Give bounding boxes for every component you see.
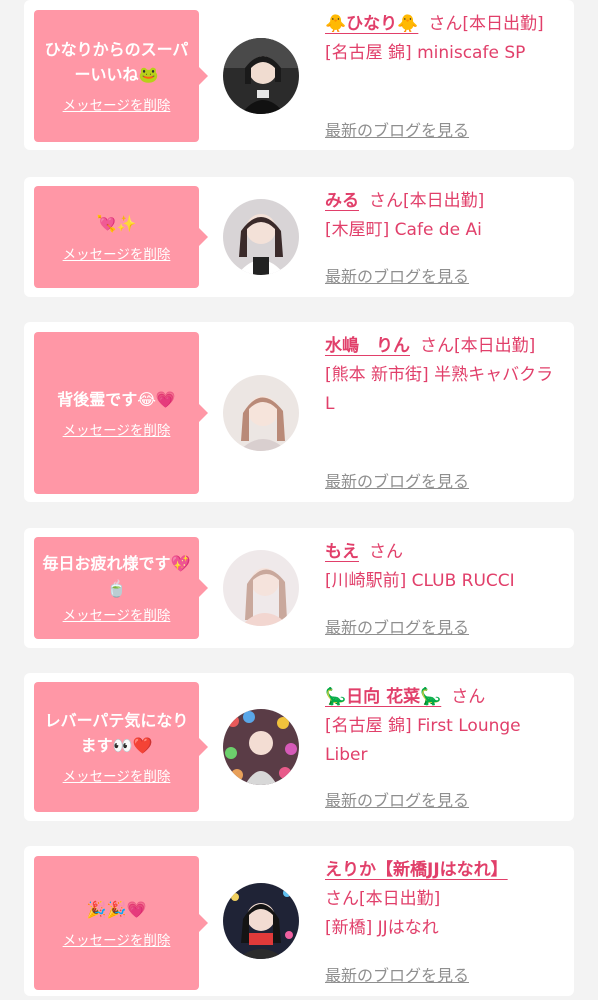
cast-name-link[interactable]: 水嶋 りん bbox=[325, 336, 410, 356]
cast-name-link[interactable]: 🦕日向 花菜🦕 bbox=[325, 687, 441, 707]
message-list: ひなりからのスーパーいいね🐸 メッセージを削除 🐥ひなり🐥 さん[本日出勤] [名… bbox=[0, 0, 598, 1000]
delete-message-link[interactable]: メッセージを削除 bbox=[63, 768, 171, 786]
cast-name-link[interactable]: 🐥ひなり🐥 bbox=[325, 14, 418, 34]
shop-label: [新橋] JJはなれ bbox=[325, 918, 439, 938]
avatar[interactable] bbox=[223, 550, 299, 626]
delete-message-link[interactable]: メッセージを削除 bbox=[63, 246, 171, 264]
message-card: レバーパテ気になります👀❤️ メッセージを削除 🦕日向 花菜🦕 さん [名古屋 錦… bbox=[24, 673, 574, 821]
latest-blog-link[interactable]: 最新のブログを見る bbox=[325, 962, 469, 986]
cast-name-link[interactable]: みる bbox=[325, 191, 359, 211]
message-text: 毎日お疲れ様です💖🍵 bbox=[42, 554, 191, 598]
message-card: ひなりからのスーパーいいね🐸 メッセージを削除 🐥ひなり🐥 さん[本日出勤] [名… bbox=[24, 0, 574, 150]
status-badge: [本日出勤] bbox=[403, 191, 485, 211]
message-text: 背後霊です😂💗 bbox=[57, 389, 176, 409]
message-text: ひなりからのスーパーいいね🐸 bbox=[44, 40, 189, 84]
latest-blog-link[interactable]: 最新のブログを見る bbox=[325, 787, 469, 811]
latest-blog-link[interactable]: 最新のブログを見る bbox=[325, 614, 469, 638]
honorific: さん bbox=[428, 14, 463, 34]
avatar[interactable] bbox=[223, 709, 299, 785]
honorific: さん bbox=[420, 336, 454, 356]
shop-label: [川崎駅前] CLUB RUCCI bbox=[325, 571, 515, 591]
avatar[interactable] bbox=[223, 38, 299, 114]
message-card: 背後霊です😂💗 メッセージを削除 水嶋 りん さん[本日出勤] [熊本 新市街] … bbox=[24, 322, 574, 502]
delete-message-link[interactable]: メッセージを削除 bbox=[63, 422, 171, 440]
avatar[interactable] bbox=[223, 199, 299, 275]
latest-blog-link[interactable]: 最新のブログを見る bbox=[325, 263, 469, 287]
status-badge: [本日出勤] bbox=[359, 889, 441, 909]
status-badge: [本日出勤] bbox=[462, 14, 544, 34]
cast-name-link[interactable]: えりか【新橋JJはなれ】 bbox=[325, 860, 508, 880]
cast-name-link[interactable]: もえ bbox=[325, 542, 359, 562]
message-text: 💘✨ bbox=[96, 213, 137, 233]
message-bubble: 💘✨ メッセージを削除 bbox=[34, 186, 208, 288]
shop-label: [熊本 新市街] 半熟キャバクラ L bbox=[325, 365, 554, 414]
latest-blog-link[interactable]: 最新のブログを見る bbox=[325, 468, 469, 492]
shop-label: [名古屋 錦] First Lounge Liber bbox=[325, 716, 521, 765]
message-bubble: 毎日お疲れ様です💖🍵 メッセージを削除 bbox=[34, 537, 208, 639]
latest-blog-link[interactable]: 最新のブログを見る bbox=[325, 117, 469, 141]
message-bubble: 背後霊です😂💗 メッセージを削除 bbox=[34, 332, 208, 494]
cast-info: みる さん[本日出勤] [木屋町] Cafe de Ai bbox=[325, 187, 565, 245]
status-badge: [本日出勤] bbox=[454, 336, 536, 356]
delete-message-link[interactable]: メッセージを削除 bbox=[63, 932, 171, 950]
cast-info: 🦕日向 花菜🦕 さん [名古屋 錦] First Lounge Liber bbox=[325, 683, 565, 770]
shop-label: [名古屋 錦] miniscafe SP bbox=[325, 43, 526, 63]
message-bubble: ひなりからのスーパーいいね🐸 メッセージを削除 bbox=[34, 10, 208, 142]
cast-info: もえ さん [川崎駅前] CLUB RUCCI bbox=[325, 538, 565, 596]
avatar[interactable] bbox=[223, 883, 299, 959]
cast-info: 水嶋 りん さん[本日出勤] [熊本 新市街] 半熟キャバクラ L bbox=[325, 332, 565, 419]
message-card: 毎日お疲れ様です💖🍵 メッセージを削除 もえ さん [川崎駅前] CLUB RUC… bbox=[24, 528, 574, 648]
cast-info: 🐥ひなり🐥 さん[本日出勤] [名古屋 錦] miniscafe SP bbox=[325, 10, 565, 68]
shop-label: [木屋町] Cafe de Ai bbox=[325, 220, 482, 240]
honorific: さん bbox=[369, 191, 403, 211]
honorific: さん bbox=[369, 542, 403, 562]
message-text: 🎉🎉💗 bbox=[86, 899, 147, 919]
message-bubble: レバーパテ気になります👀❤️ メッセージを削除 bbox=[34, 682, 208, 812]
honorific: さん bbox=[325, 889, 359, 909]
delete-message-link[interactable]: メッセージを削除 bbox=[63, 607, 171, 625]
message-card: 💘✨ メッセージを削除 みる さん[本日出勤] [木屋町] Cafe de Ai … bbox=[24, 177, 574, 297]
message-card: 🎉🎉💗 メッセージを削除 えりか【新橋JJはなれ】 さん[本日出勤] [新橋] … bbox=[24, 846, 574, 996]
avatar[interactable] bbox=[223, 375, 299, 451]
message-bubble: 🎉🎉💗 メッセージを削除 bbox=[34, 856, 208, 990]
honorific: さん bbox=[451, 687, 486, 707]
message-text: レバーパテ気になります👀❤️ bbox=[44, 711, 189, 755]
cast-info: えりか【新橋JJはなれ】 さん[本日出勤] [新橋] JJはなれ bbox=[325, 856, 565, 943]
delete-message-link[interactable]: メッセージを削除 bbox=[63, 97, 171, 115]
